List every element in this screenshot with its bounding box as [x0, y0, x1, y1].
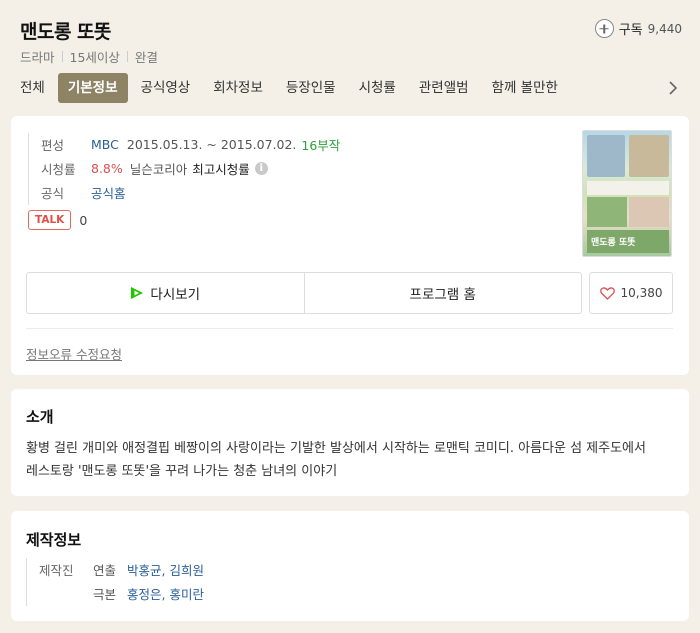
tab-cast[interactable]: 등장인물: [276, 73, 346, 103]
rating-type: 최고시청률: [192, 161, 250, 177]
divider: [26, 328, 673, 329]
poster-panel: [587, 197, 627, 227]
writer-label: 극본: [93, 586, 117, 602]
info-list: 편성 MBC 2015.05.13. ~ 2015.07.02. 16부작 시청…: [28, 133, 340, 205]
genre-label: 드라마: [20, 50, 55, 65]
tab-episode-info[interactable]: 회차정보: [203, 73, 273, 103]
program-home-button[interactable]: 프로그램 홈: [303, 273, 582, 313]
tab-related-album[interactable]: 관련앨범: [409, 73, 479, 103]
rating-label: 시청률: [41, 161, 76, 177]
like-button[interactable]: 10,380: [589, 272, 673, 314]
rating-value: 8.8%: [91, 160, 123, 176]
director-row: 제작진 연출 박홍균, 김희원: [39, 558, 204, 580]
chevron-right-icon[interactable]: [666, 80, 680, 96]
program-home-label: 프로그램 홈: [409, 287, 476, 303]
staff-label: 제작진: [39, 562, 74, 578]
program-meta: 드라마 15세이상 완결: [20, 47, 158, 66]
broadcast-label: 편성: [41, 137, 65, 153]
production-card: 제작정보 제작진 연출 박홍균, 김희원 극본 홍정은, 홍미란: [11, 511, 689, 621]
replay-button[interactable]: 다시보기: [27, 273, 304, 313]
episode-count: 16부작: [301, 137, 341, 153]
subscribe-label: 구독: [618, 23, 643, 38]
header: 맨도롱 또똣 드라마 15세이상 완결 구독 9,440 전체 기본정보 공식영…: [0, 0, 700, 108]
tab-official-video[interactable]: 공식영상: [131, 73, 201, 103]
heart-icon: [599, 286, 615, 300]
rating-source: 닐슨코리아: [129, 161, 188, 177]
poster-panel: [629, 197, 669, 227]
official-label: 공식: [41, 185, 65, 201]
info-icon[interactable]: i: [254, 161, 268, 175]
play-icon: [131, 287, 144, 299]
official-row: 공식 공식홈: [41, 181, 340, 203]
meta-divider: [61, 51, 63, 62]
page-title: 맨도롱 또똣: [20, 21, 112, 43]
like-count: 10,380: [620, 286, 663, 300]
tab-similar[interactable]: 함께 볼만한: [482, 73, 568, 103]
action-row: 다시보기 프로그램 홈 10,380: [26, 272, 673, 314]
meta-divider: [126, 51, 128, 62]
poster-panel: [587, 135, 625, 177]
writer-names[interactable]: 홍정은, 홍미란: [127, 584, 204, 603]
tab-basic-info[interactable]: 기본정보: [57, 73, 128, 103]
subscribe-button[interactable]: 구독 9,440: [594, 19, 682, 38]
director-names[interactable]: 박홍균, 김희원: [127, 560, 204, 579]
age-rating-label: 15세이상: [69, 50, 120, 65]
official-home-link[interactable]: 공식홈: [91, 183, 126, 202]
poster-title: 맨도롱 또똣: [591, 238, 636, 248]
tab-bar: 전체 기본정보 공식영상 회차정보 등장인물 시청률 관련앨범 함께 볼만한: [10, 73, 700, 103]
channel-link[interactable]: MBC: [91, 137, 119, 152]
subscribe-count: 9,440: [647, 21, 682, 36]
tab-all[interactable]: 전체: [10, 73, 55, 103]
broadcast-period: 2015.05.13. ~ 2015.07.02.: [126, 136, 297, 152]
tab-ratings[interactable]: 시청률: [349, 73, 406, 103]
rating-row: 시청률 8.8% 닐슨코리아 최고시청률 i: [41, 157, 340, 179]
poster-panel: [587, 181, 669, 195]
replay-label: 다시보기: [150, 287, 201, 303]
director-label: 연출: [93, 562, 117, 578]
status-label: 완결: [134, 50, 158, 65]
broadcast-row: 편성 MBC 2015.05.13. ~ 2015.07.02. 16부작: [41, 133, 340, 155]
poster-image[interactable]: 맨도롱 또똣: [582, 130, 672, 257]
intro-card: 소개 황병 걸린 개미와 애정결핍 베짱이의 사랑이라는 기발한 발상에서 시작…: [11, 389, 689, 496]
intro-title: 소개: [26, 408, 54, 426]
poster-panel: [629, 135, 669, 177]
plus-circle-icon: [594, 19, 614, 38]
credits-list: 제작진 연출 박홍균, 김희원 극본 홍정은, 홍미란: [26, 558, 204, 606]
production-title: 제작정보: [26, 531, 82, 549]
intro-text: 황병 걸린 개미와 애정결핍 베짱이의 사랑이라는 기발한 발상에서 시작하는 …: [26, 441, 646, 479]
talk-badge[interactable]: TALK: [28, 210, 72, 230]
writer-row: 극본 홍정은, 홍미란: [39, 582, 204, 604]
action-button-group: 다시보기 프로그램 홈: [26, 272, 582, 314]
talk-row: TALK 0: [28, 210, 87, 230]
report-error-link[interactable]: 정보오류 수정요청: [26, 344, 122, 363]
basic-info-card: 편성 MBC 2015.05.13. ~ 2015.07.02. 16부작 시청…: [11, 116, 689, 375]
talk-count: 0: [79, 212, 88, 228]
